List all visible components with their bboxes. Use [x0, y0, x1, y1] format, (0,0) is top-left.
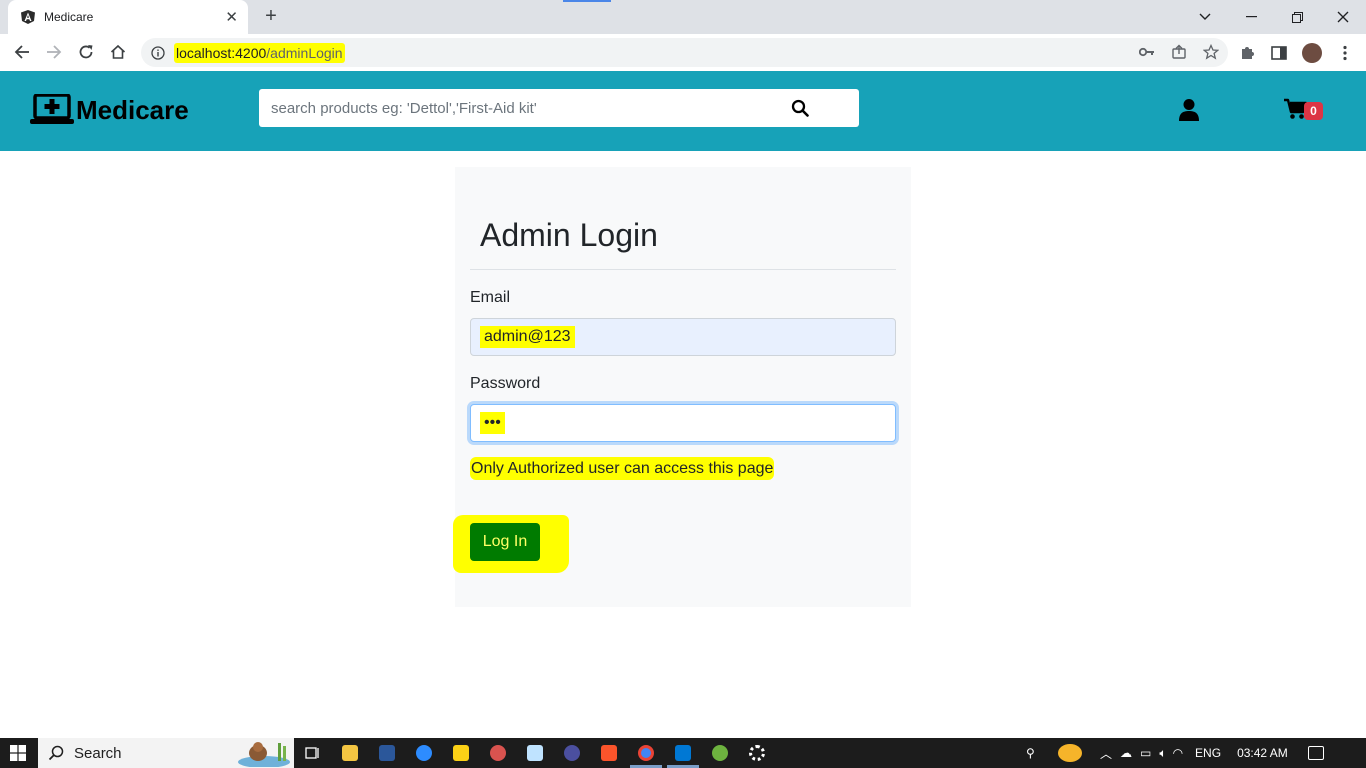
url-text: localhost:4200/adminLogin — [174, 42, 345, 63]
wifi-icon[interactable]: ◠ — [1173, 746, 1183, 760]
angular-icon — [21, 10, 35, 24]
app-header: Medicare 0 — [0, 71, 1366, 151]
file-explorer-icon[interactable] — [342, 745, 358, 761]
product-search-box — [259, 89, 859, 127]
tab-close-icon[interactable]: ✕ — [225, 8, 238, 26]
login-button[interactable]: Log In — [470, 523, 540, 561]
password-label: Password — [470, 375, 541, 392]
forward-arrow-icon[interactable] — [42, 40, 66, 64]
access-notice-text: Only Authorized user can access this pag… — [470, 457, 775, 480]
spring-tool-suite-icon[interactable] — [712, 745, 728, 761]
show-hidden-icons-chevron-icon[interactable]: ︿ — [1100, 745, 1112, 762]
laptop-medical-icon — [30, 94, 74, 124]
minimize-icon[interactable] — [1228, 0, 1274, 34]
admin-login-card: Admin Login Email admin@123 Password •••… — [453, 167, 911, 607]
onedrive-cloud-icon[interactable]: ☁ — [1120, 746, 1132, 760]
system-tray: ⚲ ︿ ☁ ▭ 🔈︎ ◠ ENG 03:42 AM — [1026, 738, 1324, 768]
profile-avatar[interactable] — [1302, 43, 1322, 63]
task-view-icon[interactable] — [304, 745, 320, 761]
tab-search-chevron-icon[interactable] — [1182, 0, 1228, 34]
key-icon[interactable] — [1138, 43, 1156, 61]
brand-name: Medicare — [76, 94, 189, 125]
people-icon[interactable]: ⚲ — [1026, 746, 1042, 760]
taskbar-search-label: Search — [74, 744, 122, 762]
email-label: Email — [470, 289, 511, 306]
battery-icon[interactable]: ▭ — [1140, 746, 1151, 760]
search-highlight-illustration-icon — [238, 742, 290, 767]
chrome-menu-icon[interactable] — [1336, 44, 1354, 62]
reload-icon[interactable] — [74, 40, 98, 64]
notifications-icon[interactable] — [1307, 746, 1324, 760]
address-bar[interactable]: localhost:4200/adminLogin — [141, 38, 1228, 67]
windows-taskbar: Search ⚲ ︿ ☁ ▭ 🔈︎ ◠ ENG 03:42 AM — [0, 738, 1366, 768]
word-icon[interactable] — [379, 745, 395, 761]
password-value: ••• — [480, 412, 505, 434]
share-icon[interactable] — [1170, 43, 1188, 61]
language-indicator[interactable]: ENG — [1195, 746, 1221, 760]
toolbar-icons — [1238, 43, 1354, 63]
email-value: admin@123 — [480, 326, 575, 348]
bookmark-star-icon[interactable] — [1202, 43, 1220, 61]
notepad-icon[interactable] — [527, 745, 543, 761]
search-icon[interactable] — [791, 99, 809, 117]
tab-title: Medicare — [44, 10, 94, 24]
browser-toolbar: localhost:4200/adminLogin — [0, 34, 1366, 71]
settings-gear-icon[interactable] — [749, 745, 765, 761]
title-divider — [470, 269, 896, 270]
url-host: localhost:4200 — [176, 44, 267, 61]
access-notice: Only Authorized user can access this pag… — [470, 457, 775, 480]
weather-icon[interactable] — [1058, 744, 1082, 762]
restore-icon[interactable] — [1274, 0, 1320, 34]
brand-logo[interactable]: Medicare — [30, 94, 189, 126]
taskbar-search-icon — [48, 745, 64, 761]
brave-icon[interactable] — [601, 745, 617, 761]
vpn-icon[interactable] — [564, 745, 580, 761]
cart-count-badge: 0 — [1304, 102, 1323, 120]
clock[interactable]: 03:42 AM — [1237, 746, 1288, 760]
new-tab-button[interactable]: + — [260, 6, 282, 28]
home-icon[interactable] — [106, 40, 130, 64]
user-icon[interactable] — [1178, 98, 1200, 122]
paint-icon[interactable] — [490, 745, 506, 761]
side-panel-icon[interactable] — [1270, 44, 1288, 62]
password-field[interactable]: ••• — [470, 404, 896, 442]
vscode-icon[interactable] — [675, 745, 691, 761]
sticky-notes-icon[interactable] — [453, 745, 469, 761]
product-search-input[interactable] — [271, 99, 791, 117]
tab-drop-indicator — [563, 0, 611, 2]
browser-tabstrip: Medicare ✕ + — [0, 0, 1366, 34]
page-title: Admin Login — [480, 217, 658, 253]
windows-start-icon[interactable] — [10, 745, 26, 761]
browser-tab[interactable]: Medicare ✕ — [8, 0, 248, 34]
site-info-icon[interactable] — [151, 45, 165, 60]
back-arrow-icon[interactable] — [10, 40, 34, 64]
zoom-icon[interactable] — [416, 745, 432, 761]
chrome-icon[interactable] — [638, 745, 654, 761]
close-window-icon[interactable] — [1320, 0, 1366, 34]
volume-icon[interactable]: 🔈︎ — [1159, 746, 1166, 761]
url-path: /adminLogin — [266, 44, 343, 61]
extensions-puzzle-icon[interactable] — [1238, 44, 1256, 62]
taskbar-search-box[interactable]: Search — [38, 738, 294, 768]
email-field[interactable]: admin@123 — [470, 318, 896, 356]
